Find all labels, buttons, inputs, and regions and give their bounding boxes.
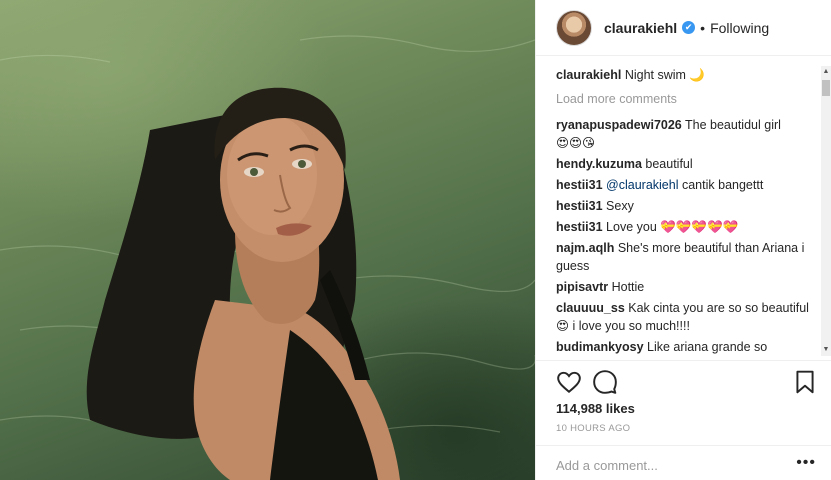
instagram-post-modal: claurakiehl ✔ • Following claurakiehl Ni… [0,0,831,480]
comment-text: The beautidul girl [685,118,781,132]
caption: claurakiehl Night swim 🌙 [556,66,818,84]
likes-count[interactable]: 114,988 likes [556,401,635,416]
scroll-up-arrow-icon[interactable]: ▲ [821,66,831,78]
comment-item: clauuuu_ss Kak cinta you are so so beaut… [556,299,818,335]
comment-item: pipisavtr Hottie [556,278,818,296]
comment-text: Like ariana grande so [647,340,768,354]
comment-item: hestii31 @claurakiehl cantik bangettt [556,176,818,194]
more-options-icon[interactable]: ••• [796,454,816,472]
comment-item: budimankyosy Like ariana grande so [556,338,818,356]
post-header: claurakiehl ✔ • Following [536,0,831,56]
add-comment-row: ••• [536,445,831,480]
comment-text: Love you [606,220,657,234]
post-actions: 114,988 likes 10 HOURS AGO ••• [536,360,831,480]
woman-in-pool-illustration [0,35,535,480]
following-button[interactable]: Following [710,20,769,36]
scroll-thumb[interactable] [822,80,830,96]
post-side-panel: claurakiehl ✔ • Following claurakiehl Ni… [535,0,831,480]
header-username[interactable]: claurakiehl [604,20,677,36]
comment-username[interactable]: budimankyosy [556,340,644,354]
comment-username[interactable]: ryanapuspadewi7026 [556,118,682,132]
comment-text: Kak cinta you are so so beautiful [628,301,809,315]
avatar[interactable] [556,9,592,46]
comments-list: claurakiehl Night swim 🌙 Load more comme… [556,66,818,356]
comments-scrollbar[interactable]: ▲ ▼ [821,66,831,356]
header-separator: • [700,19,706,36]
comment-text: Hottie [611,280,645,294]
heart-icon[interactable] [556,369,582,395]
comment-username[interactable]: najm.aqlh [556,241,614,255]
comment-text-continued: i love you so much!!!! [572,319,690,333]
comment-username[interactable]: clauuuu_ss [556,301,625,315]
comment-text: cantik bangettt [681,178,764,192]
scroll-down-arrow-icon[interactable]: ▼ [821,344,831,356]
comment-emoji: 😍 [556,318,570,333]
post-photo[interactable] [0,0,535,480]
verified-badge-icon: ✔ [682,21,696,34]
comment-text: beautiful [645,157,693,171]
comment-item: hestii31 Sexy [556,197,818,215]
comment-text: Sexy [606,199,634,213]
comment-username[interactable]: pipisavtr [556,280,608,294]
bookmark-icon[interactable] [792,369,818,395]
comment-item: ryanapuspadewi7026 The beautidul girl 😍😍… [556,116,818,152]
caption-emoji: 🌙 [689,67,705,82]
load-more-comments-link[interactable]: Load more comments [556,90,818,108]
comment-username[interactable]: hestii31 [556,178,603,192]
action-icons [556,369,818,397]
caption-username[interactable]: claurakiehl [556,68,621,82]
comment-emoji: 😍😍😘 [556,135,596,150]
comment-item: hestii31 Love you 💝💝💝💝💝 [556,218,818,236]
caption-text: Night swim [624,68,686,82]
comment-item: hendy.kuzuma beautiful [556,155,818,173]
add-comment-input[interactable] [556,456,776,474]
comment-icon[interactable] [592,369,618,395]
comment-emoji: 💝💝💝💝💝 [660,219,739,234]
comment-item: najm.aqlh She's more beautiful than Aria… [556,239,818,275]
post-timestamp[interactable]: 10 HOURS AGO [556,423,630,434]
comment-username[interactable]: hendy.kuzuma [556,157,642,171]
comment-username[interactable]: hestii31 [556,220,603,234]
comment-mention-link[interactable]: @claurakiehl [606,178,678,192]
comment-username[interactable]: hestii31 [556,199,603,213]
